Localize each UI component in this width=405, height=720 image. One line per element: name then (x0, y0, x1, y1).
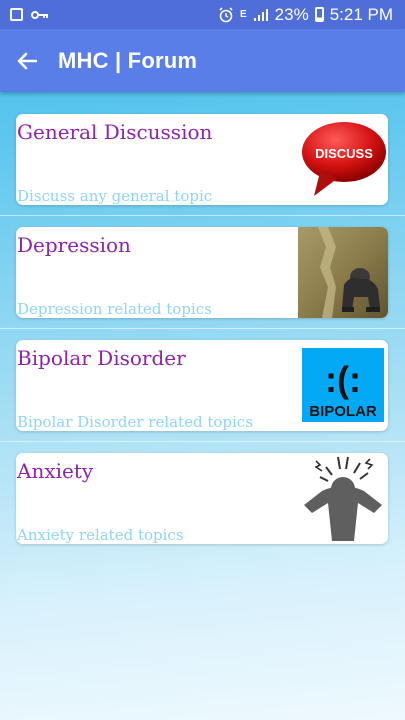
forum-topic-anxiety[interactable]: Anxiety Anxiety related topics (16, 453, 388, 544)
anxious-person-icon (304, 456, 382, 541)
battery-percent: 23% (274, 4, 309, 24)
forum-list: General Discussion Discuss any general t… (0, 92, 405, 720)
divider (0, 441, 405, 442)
bipolar-faces: :(: (325, 359, 361, 400)
forum-topic-general-discussion[interactable]: General Discussion Discuss any general t… (16, 114, 388, 205)
signal-icon (253, 8, 268, 21)
divider (0, 215, 405, 216)
bipolar-label: BIPOLAR (309, 403, 377, 420)
battery-icon (314, 7, 324, 22)
discuss-label: DISCUSS (315, 146, 373, 161)
discuss-speech-bubble-icon: DISCUSS (302, 122, 386, 196)
forum-topic-bipolar-disorder[interactable]: Bipolar Disorder Bipolar Disorder relate… (16, 340, 388, 431)
divider (0, 328, 405, 329)
gallery-notification-icon (10, 8, 23, 21)
network-type-label: E (239, 9, 247, 20)
topic-subtitle: Depression related topics (17, 300, 212, 318)
arrow-left-icon (17, 52, 37, 69)
topic-subtitle: Anxiety related topics (17, 526, 184, 544)
status-left (10, 8, 49, 21)
topic-title: Bipolar Disorder (17, 346, 186, 370)
bipolar-logo-icon: :(: BIPOLAR (302, 348, 384, 422)
app-bar: MHC | Forum (0, 29, 405, 92)
depressed-person-image (298, 227, 388, 318)
topic-title: General Discussion (17, 120, 213, 144)
status-right: E 23% 5:21 PM (218, 5, 393, 25)
key-icon (31, 10, 48, 19)
alarm-icon (219, 6, 233, 22)
back-button[interactable] (0, 29, 54, 92)
topic-subtitle: Discuss any general topic (17, 187, 213, 205)
forum-topic-depression[interactable]: Depression Depression related topics (16, 227, 388, 318)
topic-title: Anxiety (17, 459, 94, 483)
clock-time: 5:21 PM (329, 4, 393, 24)
topic-title: Depression (17, 233, 131, 257)
topic-subtitle: Bipolar Disorder related topics (17, 413, 253, 431)
page-title: MHC | Forum (58, 47, 198, 73)
status-bar: E 23% 5:21 PM (0, 0, 405, 29)
